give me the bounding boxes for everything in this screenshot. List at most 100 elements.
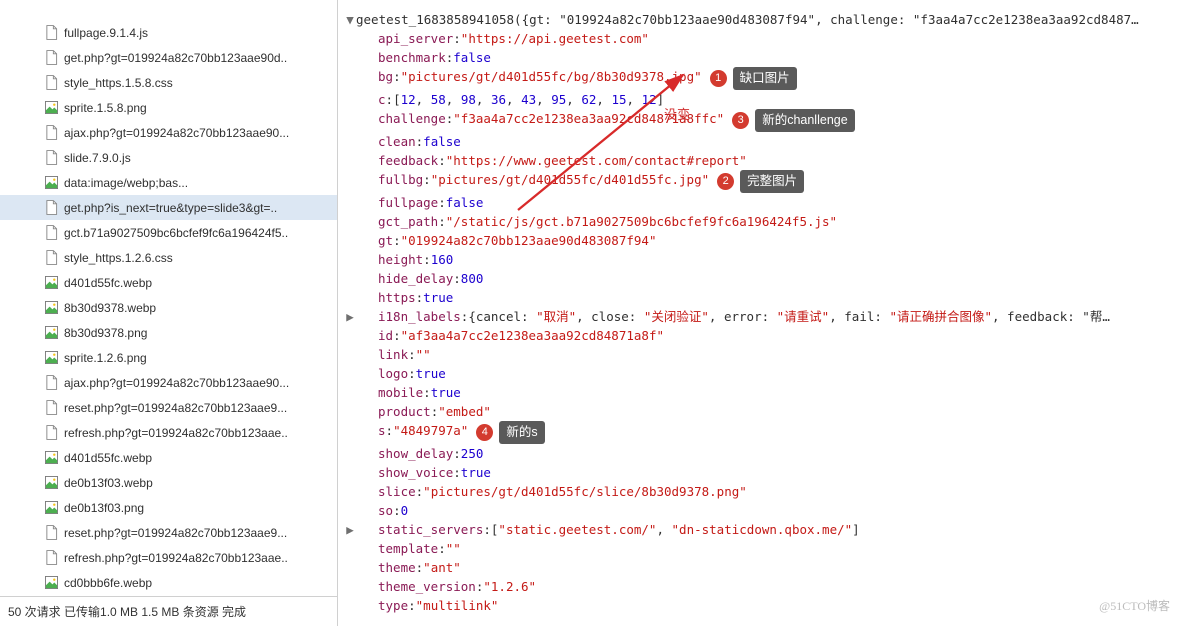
expand-toggle[interactable]: ▶ — [344, 520, 356, 539]
annotation-badge: 4新的s — [476, 421, 544, 444]
expand-toggle — [344, 212, 356, 231]
file-icon — [44, 125, 58, 141]
expand-toggle — [344, 596, 356, 615]
annotation-unchanged: 没变 — [664, 104, 690, 123]
file-icon — [44, 225, 58, 241]
annotation-badge: 3新的chanllenge — [732, 109, 854, 132]
expand-toggle — [344, 577, 356, 596]
file-row[interactable]: reset.php?gt=019924a82c70bb123aae9... — [0, 520, 337, 545]
file-icon — [44, 200, 58, 216]
prop-key: feedback — [378, 151, 438, 170]
prop-key: static_servers — [378, 520, 483, 539]
expand-toggle[interactable]: ▶ — [344, 307, 356, 326]
prop-key: gct_path — [378, 212, 438, 231]
expand-toggle — [344, 29, 356, 48]
expand-toggle — [344, 501, 356, 520]
annotation-badge: 1缺口图片 — [710, 67, 797, 90]
json-preview: ▼geetest_1683858941058({gt: "019924a82c7… — [338, 0, 1184, 625]
file-row[interactable]: 8b30d9378.png — [0, 320, 337, 345]
expand-toggle — [344, 269, 356, 288]
file-name: d401d55fc.webp — [64, 451, 152, 465]
prop-key: theme — [378, 558, 416, 577]
file-name: style_https.1.2.6.css — [64, 251, 173, 265]
image-file-icon — [44, 300, 58, 316]
file-row[interactable]: fullpage.9.1.4.js — [0, 20, 337, 45]
prop-key: mobile — [378, 383, 423, 402]
prop-key: fullpage — [378, 193, 438, 212]
expand-toggle — [344, 48, 356, 67]
prop-key: c — [378, 90, 386, 109]
expand-toggle — [344, 250, 356, 269]
file-row[interactable]: sprite.1.2.6.png — [0, 345, 337, 370]
file-name: gct.b71a9027509bc6bcfef9fc6a196424f5.. — [64, 226, 288, 240]
prop-key: gt — [378, 231, 393, 250]
file-name: d401d55fc.webp — [64, 276, 152, 290]
image-file-icon — [44, 325, 58, 341]
file-name: data:image/webp;bas... — [64, 176, 188, 190]
file-row[interactable]: sprite.1.5.8.png — [0, 95, 337, 120]
prop-key: fullbg — [378, 170, 423, 193]
expand-toggle — [344, 132, 356, 151]
file-row[interactable]: d401d55fc.webp — [0, 445, 337, 470]
file-row[interactable]: style_https.1.2.6.css — [0, 245, 337, 270]
network-request-list: fullpage.9.1.4.js get.php?gt=019924a82c70… — [0, 0, 338, 626]
file-row[interactable]: reset.php?gt=019924a82c70bb123aae9... — [0, 395, 337, 420]
status-bar: 50 次请求 已传输1.0 MB 1.5 MB 条资源 完成 — [0, 596, 337, 626]
file-row[interactable]: ajax.php?gt=019924a82c70bb123aae90... — [0, 120, 337, 145]
file-row[interactable]: data:image/webp;bas... — [0, 170, 337, 195]
file-icon — [44, 50, 58, 66]
expand-toggle — [344, 109, 356, 132]
file-icon — [44, 525, 58, 541]
prop-key: logo — [378, 364, 408, 383]
prop-key: challenge — [378, 109, 446, 132]
expand-toggle — [344, 482, 356, 501]
expand-toggle — [344, 326, 356, 345]
file-name: slide.7.9.0.js — [64, 151, 131, 165]
prop-key: https — [378, 288, 416, 307]
expand-toggle — [344, 364, 356, 383]
image-file-icon — [44, 175, 58, 191]
prop-key: id — [378, 326, 393, 345]
prop-key: show_delay — [378, 444, 453, 463]
file-row[interactable]: gct.b71a9027509bc6bcfef9fc6a196424f5.. — [0, 220, 337, 245]
prop-key: show_voice — [378, 463, 453, 482]
file-name: ajax.php?gt=019924a82c70bb123aae90... — [64, 376, 289, 390]
file-name: sprite.1.5.8.png — [64, 101, 147, 115]
prop-key: height — [378, 250, 423, 269]
image-file-icon — [44, 450, 58, 466]
file-row[interactable]: cd0bbb6fe.webp — [0, 570, 337, 595]
prop-key: benchmark — [378, 48, 446, 67]
file-icon — [44, 425, 58, 441]
annotation-badge: 2完整图片 — [717, 170, 804, 193]
file-row[interactable]: refresh.php?gt=019924a82c70bb123aae.. — [0, 420, 337, 445]
file-row[interactable]: d401d55fc.webp — [0, 270, 337, 295]
file-row[interactable]: de0b13f03.webp — [0, 470, 337, 495]
expand-toggle[interactable]: ▼ — [344, 10, 356, 29]
file-name: refresh.php?gt=019924a82c70bb123aae.. — [64, 551, 288, 565]
expand-toggle — [344, 539, 356, 558]
file-name: 8b30d9378.png — [64, 326, 147, 340]
file-row[interactable]: refresh.php?gt=019924a82c70bb123aae.. — [0, 545, 337, 570]
file-icon — [44, 150, 58, 166]
expand-toggle — [344, 288, 356, 307]
file-row[interactable]: style_https.1.5.8.css — [0, 70, 337, 95]
file-row[interactable]: 8b30d9378.webp — [0, 295, 337, 320]
file-name: de0b13f03.png — [64, 501, 144, 515]
expand-toggle — [344, 193, 356, 212]
expand-toggle — [344, 231, 356, 250]
file-row[interactable]: de0b13f03.png — [0, 495, 337, 520]
file-row[interactable]: ajax.php?gt=019924a82c70bb123aae90... — [0, 370, 337, 395]
file-name: sprite.1.2.6.png — [64, 351, 147, 365]
file-row[interactable]: get.php?gt=019924a82c70bb123aae90d.. — [0, 45, 337, 70]
file-name: style_https.1.5.8.css — [64, 76, 173, 90]
file-name: get.php?gt=019924a82c70bb123aae90d.. — [64, 51, 287, 65]
prop-key: api_server — [378, 29, 453, 48]
file-name: cd0bbb6fe.webp — [64, 576, 152, 590]
image-file-icon — [44, 475, 58, 491]
file-row[interactable]: get.php?is_next=true&type=slide3&gt=.. — [0, 195, 337, 220]
preview-panel: 没变 ▼geetest_1683858941058({gt: "019924a8… — [338, 0, 1184, 626]
file-name: reset.php?gt=019924a82c70bb123aae9... — [64, 526, 287, 540]
file-icon — [44, 75, 58, 91]
file-row[interactable]: slide.7.9.0.js — [0, 145, 337, 170]
file-icon — [44, 25, 58, 41]
